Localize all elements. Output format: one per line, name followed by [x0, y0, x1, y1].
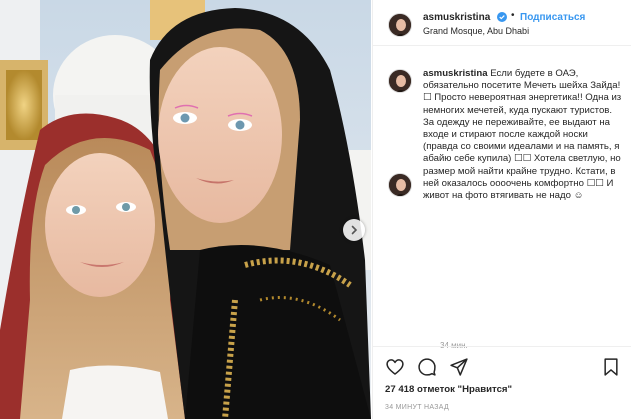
follow-button[interactable]: Подписаться — [520, 12, 585, 23]
avatar-image — [389, 174, 411, 196]
post-header: asmuskristina • Подписаться Grand Mosque… — [373, 0, 631, 46]
heart-icon[interactable] — [385, 357, 405, 377]
action-bar: 27 418 отметок "Нравится" 34 МИНУТ НАЗАД — [373, 346, 631, 419]
post-side-panel: asmuskristina • Подписаться Grand Mosque… — [372, 0, 631, 419]
location-link[interactable]: Grand Mosque, Abu Dhabi — [423, 26, 529, 36]
chevron-right-icon — [351, 225, 358, 235]
bookmark-icon[interactable] — [601, 357, 621, 377]
comment-bubble-icon[interactable] — [417, 357, 437, 377]
post-photo[interactable] — [0, 0, 371, 419]
avatar-image — [389, 14, 411, 36]
avatar[interactable] — [388, 13, 412, 37]
verified-badge-icon — [497, 12, 507, 22]
caption-avatar[interactable] — [388, 69, 412, 93]
avatar-image — [389, 70, 411, 92]
instagram-post: asmuskristina • Подписаться Grand Mosque… — [0, 0, 631, 419]
share-arrow-icon[interactable] — [449, 357, 469, 377]
separator-dot: • — [511, 10, 515, 21]
carousel-next-button[interactable] — [343, 219, 365, 241]
caption-text: asmuskristina Если будете в ОАЭ, обязате… — [423, 68, 623, 202]
reply-avatar[interactable] — [388, 173, 412, 197]
header-username[interactable]: asmuskristina — [423, 12, 490, 23]
caption-body: Если будете в ОАЭ, обязательно посетите … — [423, 68, 624, 202]
likes-count[interactable]: 27 418 отметок "Нравится" — [385, 384, 512, 395]
caption-username[interactable]: asmuskristina — [423, 68, 488, 79]
photo-illustration — [0, 0, 371, 419]
caption-area: asmuskristina Если будете в ОАЭ, обязате… — [388, 60, 623, 350]
post-time-ago[interactable]: 34 МИНУТ НАЗАД — [385, 404, 449, 411]
